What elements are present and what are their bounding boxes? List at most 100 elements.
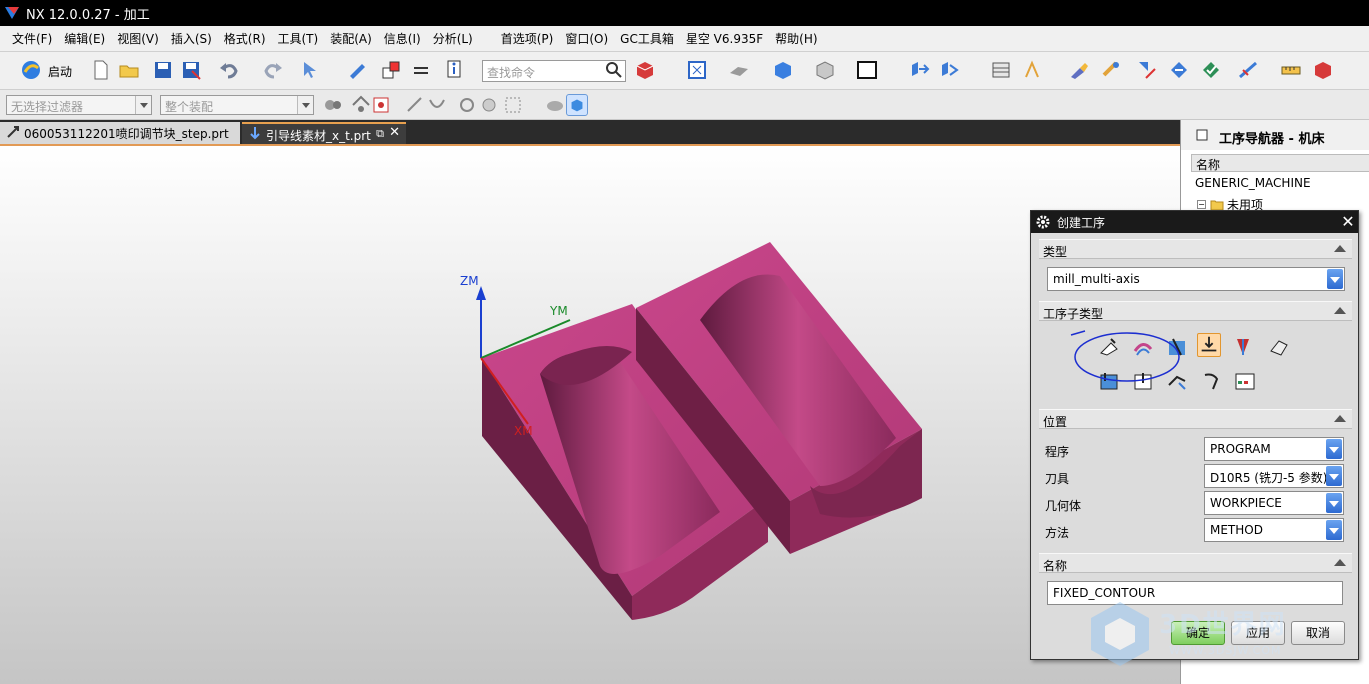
- show-hidden-icon[interactable]: [544, 94, 566, 116]
- menu-xingkong[interactable]: 星空 V6.935F: [680, 30, 769, 47]
- assembly-icon[interactable]: [990, 59, 1012, 81]
- arc-center-icon[interactable]: [478, 94, 500, 116]
- collapse-chevron-icon[interactable]: [1334, 307, 1346, 314]
- endpoint-icon[interactable]: [404, 94, 426, 116]
- select-pointer-icon[interactable]: [300, 59, 322, 81]
- start-icon[interactable]: [20, 59, 42, 81]
- section-subtype[interactable]: 工序子类型: [1039, 301, 1352, 321]
- search-icon[interactable]: [604, 60, 624, 80]
- new-file-icon[interactable]: [90, 59, 112, 81]
- menu-info[interactable]: 信息(I): [378, 30, 427, 47]
- selection-scope-value: 整个装配: [165, 100, 214, 114]
- snap-grid-icon[interactable]: [370, 94, 392, 116]
- menu-format[interactable]: 格式(R): [218, 30, 272, 47]
- collapse-icon[interactable]: −: [1197, 200, 1206, 209]
- menu-help[interactable]: 帮助(H): [769, 30, 823, 47]
- port-mill-icon[interactable]: [1267, 335, 1291, 359]
- edge-display-icon[interactable]: [814, 59, 836, 81]
- redo-icon[interactable]: [262, 59, 284, 81]
- menu-tools[interactable]: 工具(T): [272, 30, 325, 47]
- chevron-down-icon[interactable]: [1326, 439, 1342, 459]
- center-point-icon[interactable]: [456, 94, 478, 116]
- simulate-icon[interactable]: [1312, 59, 1334, 81]
- type-value: mill_multi-axis: [1053, 272, 1140, 286]
- geometry-select[interactable]: WORKPIECE: [1204, 491, 1344, 515]
- measure-icon[interactable]: [1238, 59, 1260, 81]
- tab-part-guide[interactable]: 引导线素材_x_t.prt ⧉ ✕: [242, 122, 406, 144]
- folder-icon: [1210, 200, 1224, 210]
- menu-window[interactable]: 窗口(O): [559, 30, 614, 47]
- fixed-contour-icon[interactable]: [1197, 333, 1221, 357]
- equals-icon[interactable]: [410, 59, 432, 81]
- menu-preferences[interactable]: 首选项(P): [495, 30, 560, 47]
- cam-wizard-icon[interactable]: [1100, 59, 1122, 81]
- menu-view[interactable]: 视图(V): [111, 30, 165, 47]
- menu-assembly[interactable]: 装配(A): [324, 30, 378, 47]
- background-icon[interactable]: [856, 59, 878, 81]
- shaded-cube-icon[interactable]: [634, 59, 656, 81]
- section-position[interactable]: 位置: [1039, 409, 1352, 429]
- open-folder-icon[interactable]: [118, 59, 140, 81]
- start-button[interactable]: 启动: [48, 63, 72, 80]
- geometry-value: WORKPIECE: [1210, 496, 1282, 510]
- collapse-chevron-icon[interactable]: [1334, 559, 1346, 566]
- snap-point-icon[interactable]: [350, 94, 372, 116]
- wcs-display-icon[interactable]: [566, 94, 588, 116]
- verify-path-icon[interactable]: [1200, 59, 1222, 81]
- axis-x-label: XM: [514, 424, 533, 438]
- tab-part-step[interactable]: 060053112201喷印调节块_step.prt: [0, 122, 240, 144]
- chevron-down-icon[interactable]: [1326, 493, 1342, 513]
- transform-icon[interactable]: [938, 59, 960, 81]
- view-orient-icon[interactable]: [728, 59, 750, 81]
- navigator-column-header[interactable]: 名称: [1191, 154, 1369, 172]
- move-object-icon[interactable]: [908, 59, 930, 81]
- chevron-down-icon[interactable]: [1326, 466, 1342, 486]
- close-icon[interactable]: ✕: [1338, 212, 1358, 232]
- render-style-icon[interactable]: [772, 59, 794, 81]
- menu-gc-toolbox[interactable]: GC工具箱: [614, 30, 680, 47]
- info-icon[interactable]: [444, 59, 466, 81]
- cam-tool-icon[interactable]: [1068, 59, 1090, 81]
- box-select-icon[interactable]: [502, 94, 524, 116]
- user-defined-icon[interactable]: [1233, 369, 1257, 393]
- method-select[interactable]: METHOD: [1204, 518, 1344, 542]
- tool-select[interactable]: D10R5 (铣刀-5 参数): [1204, 464, 1344, 488]
- port-finish-icon[interactable]: [1199, 369, 1223, 393]
- undo-icon[interactable]: [218, 59, 240, 81]
- program-select[interactable]: PROGRAM: [1204, 437, 1344, 461]
- edit-object-icon[interactable]: [346, 59, 368, 81]
- navigator-row-machine[interactable]: GENERIC_MACHINE: [1195, 176, 1311, 190]
- wave-link-icon[interactable]: [1022, 59, 1044, 81]
- section-type[interactable]: 类型: [1039, 239, 1352, 259]
- part-model[interactable]: [0, 146, 1180, 684]
- menu-file[interactable]: 文件(F): [6, 30, 58, 47]
- layer-icon[interactable]: [380, 59, 402, 81]
- midpoint-icon[interactable]: [426, 94, 448, 116]
- collapse-chevron-icon[interactable]: [1334, 415, 1346, 422]
- fit-view-icon[interactable]: [686, 59, 708, 81]
- generate-path-icon[interactable]: [1136, 59, 1158, 81]
- section-name[interactable]: 名称: [1039, 553, 1352, 573]
- save-icon[interactable]: [152, 59, 174, 81]
- type-filter-select[interactable]: 无选择过滤器: [6, 95, 152, 115]
- method-value: METHOD: [1210, 523, 1263, 537]
- type-select[interactable]: mill_multi-axis: [1047, 267, 1345, 291]
- collapse-chevron-icon[interactable]: [1334, 245, 1346, 252]
- replay-path-icon[interactable]: [1168, 59, 1190, 81]
- ruler-icon[interactable]: [1280, 59, 1302, 81]
- menu-insert[interactable]: 插入(S): [165, 30, 218, 47]
- chevron-down-icon[interactable]: [1327, 269, 1343, 289]
- graphics-viewport[interactable]: ZM YM XM: [0, 144, 1180, 684]
- section-subtype-label: 工序子类型: [1043, 307, 1104, 321]
- gear-icon[interactable]: [1036, 215, 1050, 229]
- multi-blade-icon[interactable]: [1231, 335, 1255, 359]
- menu-edit[interactable]: 编辑(E): [58, 30, 111, 47]
- chevron-down-icon[interactable]: [1326, 520, 1342, 540]
- selection-scope-select[interactable]: 整个装配: [160, 95, 314, 115]
- save-as-icon[interactable]: [180, 59, 202, 81]
- filter-settings-icon[interactable]: [322, 94, 344, 116]
- navigator-pin-icon[interactable]: [1195, 128, 1209, 142]
- menu-analysis[interactable]: 分析(L): [427, 30, 479, 47]
- create-operation-dialog: 创建工序 ✕ 类型 mill_multi-axis 工序子类型 位置 程序 PR…: [1030, 210, 1359, 660]
- close-tab-icon[interactable]: ✕: [389, 125, 400, 140]
